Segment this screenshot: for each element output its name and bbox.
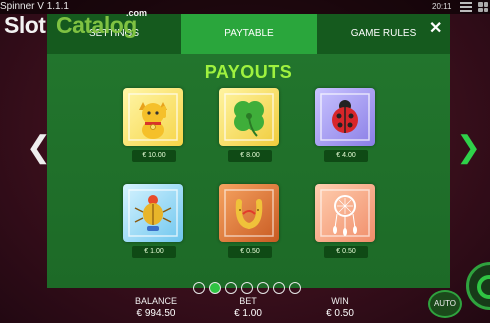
bottom-bar: BALANCE € 994.50 BET € 1.00 WIN € 0.50 — [0, 292, 490, 323]
paytable-panel: SETTINGS PAYTABLE GAME RULES ✕ PAYOUTS €… — [47, 14, 450, 294]
win-display: WIN € 0.50 — [300, 296, 380, 319]
clock: 20:11 — [432, 2, 452, 11]
symbol-card: € 8.00 — [219, 88, 281, 162]
next-page-arrow-icon[interactable]: ❯ — [456, 130, 481, 165]
auto-button[interactable]: AUTO — [428, 290, 462, 318]
tab-paytable[interactable]: PAYTABLE — [181, 14, 317, 54]
prize-value: € 1.00 — [132, 246, 176, 258]
bet-label: BET — [239, 296, 257, 306]
prize-value: € 0.50 — [228, 246, 272, 258]
lucky-cat-icon — [123, 88, 183, 146]
scarab-icon — [123, 184, 183, 242]
grid-icon[interactable] — [478, 2, 488, 12]
paytable-content: PAYOUTS € 10.00 € 8.00 € 4.00 € 1.00 € 0… — [47, 54, 450, 294]
close-icon[interactable]: ✕ — [429, 18, 442, 38]
logo-slot-text: Slot — [4, 12, 46, 38]
dreamcatcher-icon — [315, 184, 375, 242]
bet-value: € 1.00 — [234, 308, 262, 319]
prize-value: € 10.00 — [132, 150, 176, 162]
slotcatalog-logo: Slot Catalog .com — [4, 8, 154, 44]
prize-value: € 0.50 — [324, 246, 368, 258]
win-label: WIN — [331, 296, 349, 306]
symbol-card: € 1.00 — [123, 184, 185, 258]
symbol-card: € 0.50 — [219, 184, 281, 258]
symbol-card: € 10.00 — [123, 88, 185, 162]
horseshoe-icon — [219, 184, 279, 242]
symbol-card: € 4.00 — [315, 88, 377, 162]
logo-catalog-text: Catalog — [56, 12, 137, 38]
prize-value: € 8.00 — [228, 150, 272, 162]
balance-label: BALANCE — [134, 296, 178, 306]
bet-display: BET € 1.00 — [208, 296, 288, 319]
win-value: € 0.50 — [326, 308, 354, 319]
balance-value: € 994.50 — [136, 308, 176, 319]
spin-icon — [477, 275, 490, 299]
symbol-card: € 0.50 — [315, 184, 377, 258]
balance-display: BALANCE € 994.50 — [116, 296, 196, 319]
prize-value: € 4.00 — [324, 150, 368, 162]
four-leaf-clover-icon — [219, 88, 279, 146]
logo-com-text: .com — [126, 8, 148, 18]
ladybug-icon — [315, 88, 375, 146]
menu-icon[interactable] — [460, 2, 472, 12]
payouts-title: PAYOUTS — [204, 62, 293, 82]
